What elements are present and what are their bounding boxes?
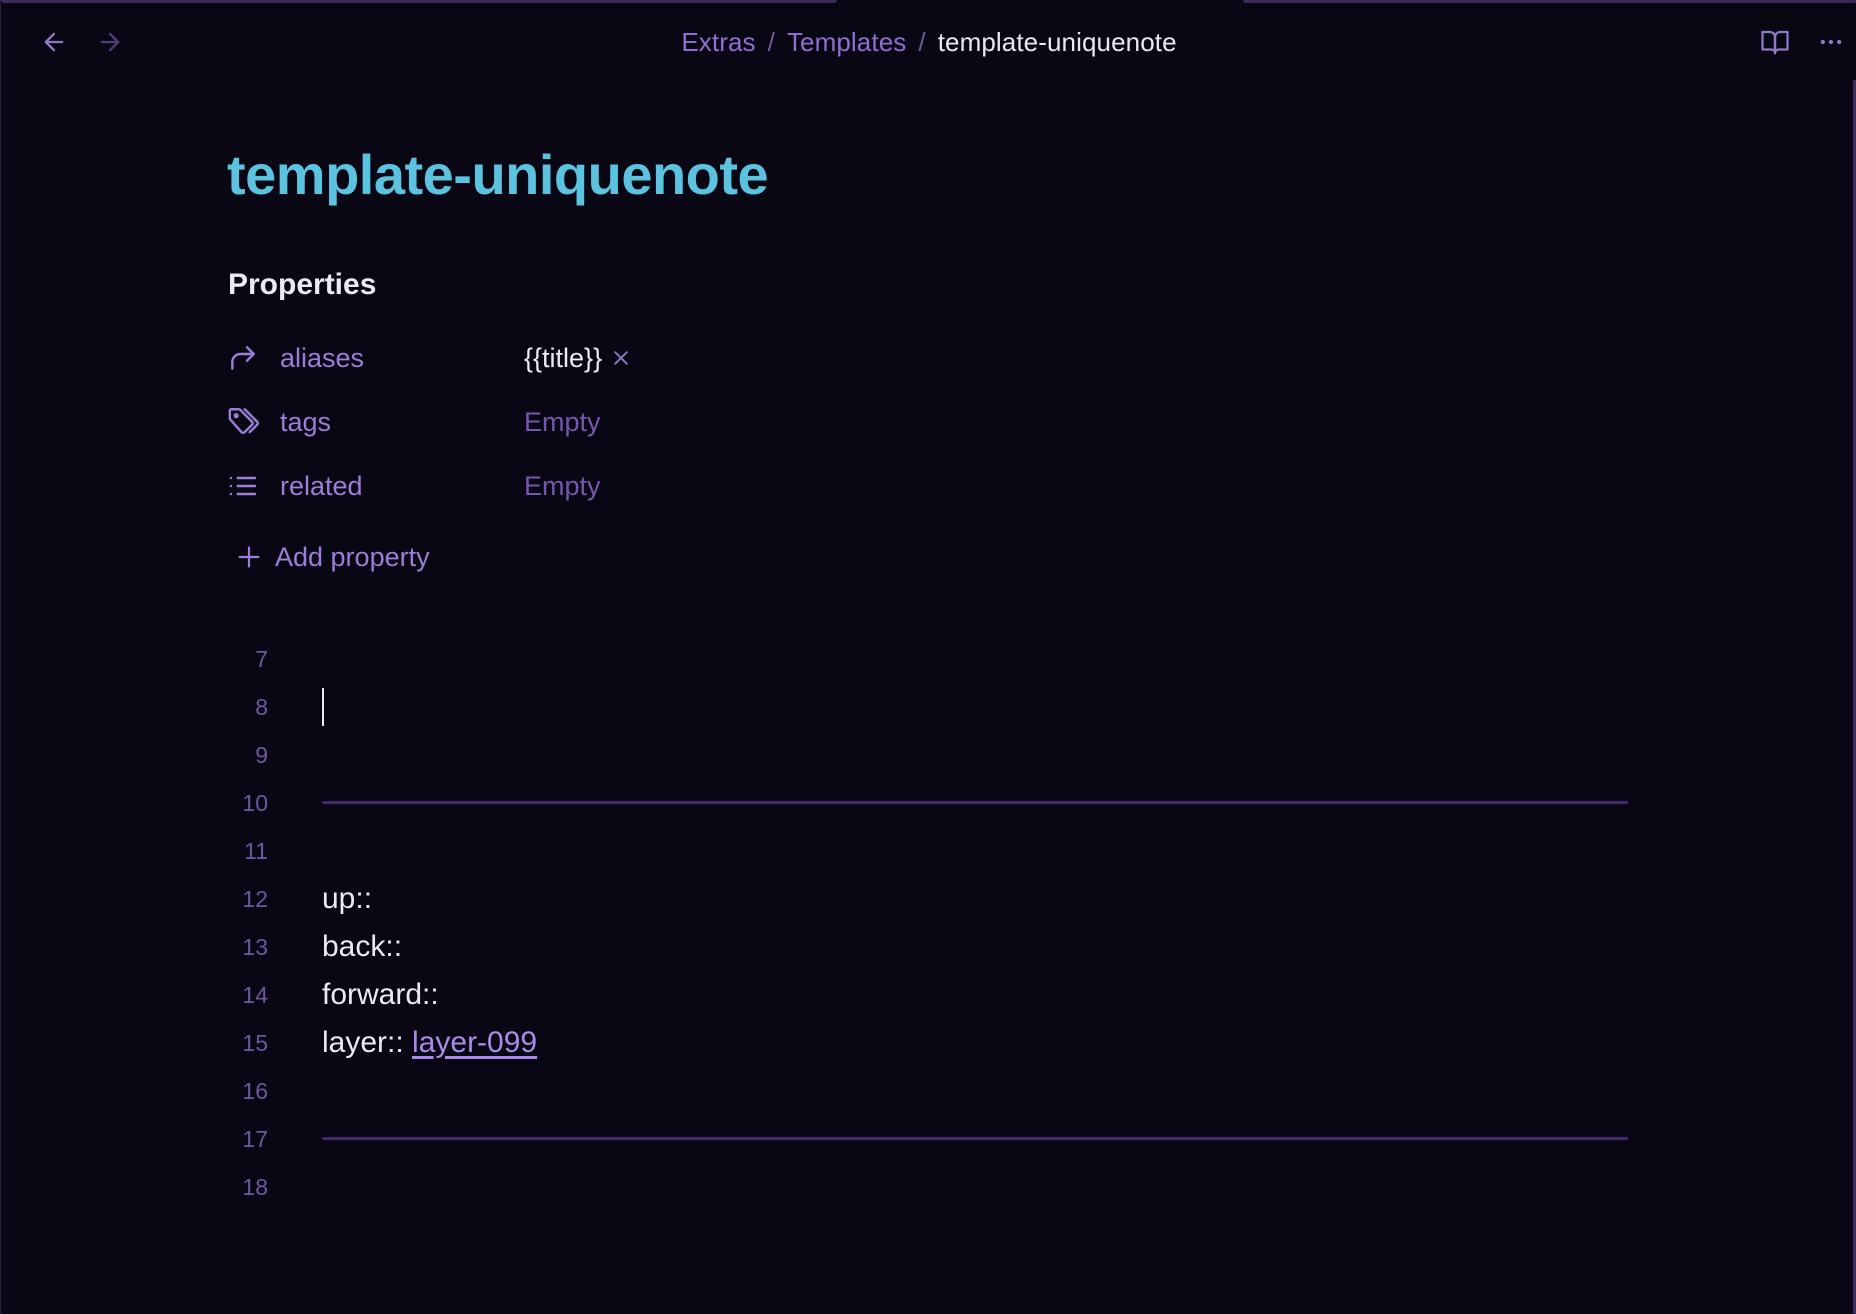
- property-key[interactable]: related: [280, 471, 363, 502]
- property-row-related[interactable]: related Empty: [227, 458, 1127, 514]
- editor-line[interactable]: 13 back::: [1, 923, 1856, 971]
- line-number: 12: [242, 886, 268, 912]
- line-number: 14: [242, 982, 268, 1008]
- editor-line[interactable]: 9: [1, 731, 1856, 779]
- line-number: 8: [255, 694, 268, 720]
- line-text[interactable]: back::: [322, 923, 402, 971]
- editor-line[interactable]: 15 layer:: layer-099: [1, 1019, 1856, 1067]
- editor-line[interactable]: 7: [1, 635, 1856, 683]
- breadcrumb: Extras / Templates / template-uniquenote: [1, 22, 1856, 62]
- horizontal-rule: [322, 1137, 1628, 1140]
- remove-alias-button[interactable]: [610, 347, 632, 369]
- text-cursor: [322, 688, 324, 726]
- property-value[interactable]: Empty: [524, 471, 601, 502]
- property-row-aliases[interactable]: aliases {{title}}: [227, 330, 1127, 386]
- editor-line[interactable]: 16: [1, 1067, 1856, 1115]
- line-number: 10: [242, 790, 268, 816]
- editor-line[interactable]: 14 forward::: [1, 971, 1856, 1019]
- breadcrumb-item-extras[interactable]: Extras: [681, 27, 755, 58]
- internal-link[interactable]: layer-099: [412, 1026, 537, 1059]
- more-options-button[interactable]: [1809, 20, 1853, 64]
- editor-line[interactable]: 11: [1, 827, 1856, 875]
- property-value[interactable]: {{title}}: [524, 343, 632, 374]
- line-number: 16: [242, 1078, 268, 1104]
- breadcrumb-separator: /: [918, 26, 926, 57]
- reading-view-button[interactable]: [1753, 20, 1797, 64]
- property-key[interactable]: aliases: [280, 343, 364, 374]
- book-open-icon: [1761, 30, 1789, 55]
- line-number: 7: [255, 646, 268, 672]
- editor-line[interactable]: 10: [1, 779, 1856, 827]
- property-value[interactable]: Empty: [524, 407, 601, 438]
- editor-line[interactable]: 18: [1, 1163, 1856, 1211]
- editor-line[interactable]: 8: [1, 683, 1856, 731]
- line-text[interactable]: up::: [322, 875, 372, 923]
- more-horizontal-icon: [1820, 39, 1842, 45]
- editor-window: Extras / Templates / template-uniquenote…: [0, 0, 1856, 1314]
- list-icon[interactable]: [227, 468, 263, 504]
- property-row-tags[interactable]: tags Empty: [227, 394, 1127, 450]
- line-number: 11: [244, 838, 268, 864]
- add-property-button[interactable]: Add property: [233, 537, 430, 577]
- property-key[interactable]: tags: [280, 407, 331, 438]
- breadcrumb-item-templates[interactable]: Templates: [787, 27, 906, 58]
- line-number: 9: [255, 742, 268, 768]
- line-number: 17: [242, 1126, 268, 1152]
- editor-line[interactable]: 17: [1, 1115, 1856, 1163]
- breadcrumb-current-file[interactable]: template-uniquenote: [938, 27, 1177, 58]
- line-number: 15: [242, 1030, 268, 1056]
- editor-line[interactable]: 12 up::: [1, 875, 1856, 923]
- plus-icon: [233, 541, 265, 573]
- line-number: 13: [242, 934, 268, 960]
- line-text[interactable]: forward::: [322, 971, 439, 1019]
- close-icon: [614, 351, 628, 365]
- forward-arrow-icon[interactable]: [227, 340, 263, 376]
- tags-icon[interactable]: [227, 404, 263, 440]
- line-number: 18: [242, 1174, 268, 1200]
- alias-pill-text: {{title}}: [524, 342, 603, 373]
- inline-title[interactable]: template-uniquenote: [227, 142, 769, 207]
- horizontal-rule: [322, 801, 1628, 804]
- view-header: Extras / Templates / template-uniquenote: [1, 0, 1856, 84]
- add-property-label: Add property: [275, 541, 430, 572]
- line-text[interactable]: layer:: layer-099: [322, 1019, 537, 1067]
- breadcrumb-separator: /: [767, 26, 775, 57]
- field-label: layer::: [322, 1026, 413, 1059]
- properties-heading[interactable]: Properties: [228, 268, 376, 302]
